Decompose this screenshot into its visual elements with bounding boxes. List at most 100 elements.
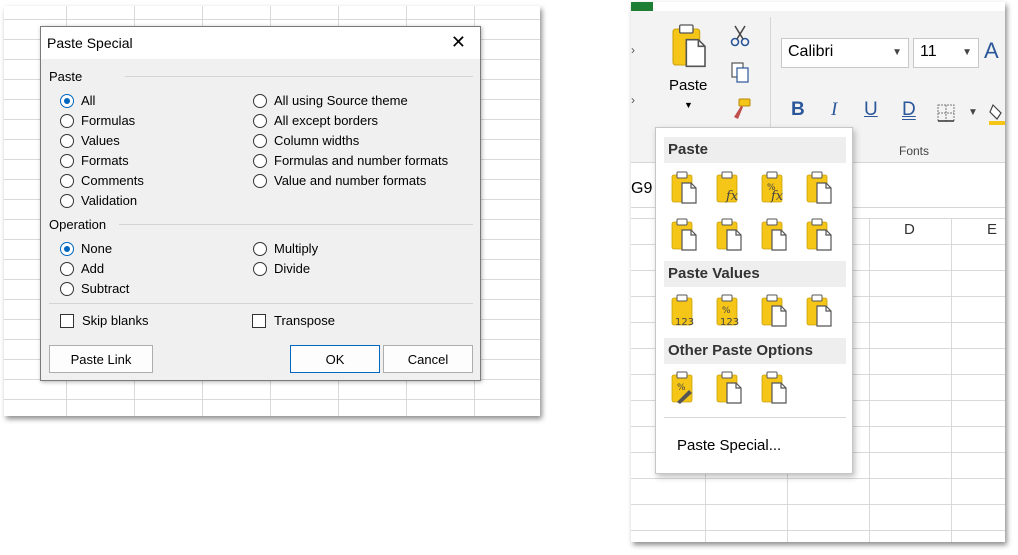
- radio-value-number-formats[interactable]: Value and number formats: [253, 173, 426, 188]
- column-header-e[interactable]: E: [987, 221, 997, 238]
- radio-icon: [60, 281, 74, 296]
- transpose-label: Transpose: [274, 313, 335, 328]
- radio-column-widths[interactable]: Column widths: [253, 133, 359, 148]
- dialog-title: Paste Special: [47, 35, 133, 51]
- copy-icon[interactable]: [729, 61, 751, 85]
- keep-source-column-widths-icon[interactable]: [714, 217, 744, 251]
- transpose-checkbox[interactable]: Transpose: [252, 313, 335, 328]
- font-name-value: Calibri: [788, 43, 834, 60]
- radio-formats-label: Formats: [81, 153, 129, 168]
- dialog-titlebar: Paste Special ✕: [41, 27, 480, 59]
- values-number-formatting-icon[interactable]: %123: [714, 293, 744, 327]
- radio-formulas-number-formats[interactable]: Formulas and number formats: [253, 153, 448, 168]
- radio-icon: [253, 173, 267, 188]
- radio-all-except-borders-label: All except borders: [274, 113, 379, 128]
- paste-special-menu-item[interactable]: Paste Special...: [677, 437, 781, 454]
- cut-icon[interactable]: [729, 24, 751, 48]
- radio-icon: [253, 113, 267, 128]
- fonts-group-label: Fonts: [899, 144, 930, 158]
- fill-color-icon[interactable]: [989, 101, 1005, 125]
- menu-header-paste-values: Paste Values: [664, 261, 846, 287]
- no-borders-icon[interactable]: [669, 217, 699, 251]
- radio-icon: [60, 173, 74, 188]
- merge-conditional-formatting-icon[interactable]: [804, 217, 834, 251]
- paste-separator: [125, 76, 473, 77]
- radio-comments[interactable]: Comments: [60, 173, 144, 188]
- radio-values-label: Values: [81, 133, 120, 148]
- close-icon[interactable]: ✕: [451, 33, 466, 51]
- italic-button[interactable]: I: [831, 99, 837, 121]
- radio-icon: [60, 193, 74, 208]
- skip-blanks-checkbox[interactable]: Skip blanks: [60, 313, 148, 328]
- values-keep-formatting-icon[interactable]: [804, 293, 834, 327]
- font-size-value: 11: [920, 43, 937, 60]
- radio-icon: [253, 133, 267, 148]
- radio-icon: [60, 133, 74, 148]
- values-source-formatting-icon[interactable]: [759, 293, 789, 327]
- radio-checked-icon: [60, 241, 74, 256]
- menu-header-other-options: Other Paste Options: [664, 338, 846, 364]
- radio-validation[interactable]: Validation: [60, 193, 137, 208]
- paste-large-icon[interactable]: [669, 21, 709, 69]
- radio-subtract[interactable]: Subtract: [60, 281, 129, 296]
- radio-none[interactable]: None: [60, 241, 112, 256]
- borders-dropdown-icon[interactable]: ▼: [968, 107, 978, 118]
- radio-all-except-borders[interactable]: All except borders: [253, 113, 378, 128]
- radio-divide-label: Divide: [274, 261, 311, 276]
- paste-formulas-icon[interactable]: fx: [714, 170, 744, 204]
- radio-subtract-label: Subtract: [81, 281, 130, 296]
- underline-button[interactable]: U: [864, 99, 878, 121]
- format-painter-icon[interactable]: [729, 97, 753, 121]
- radio-icon: [253, 93, 267, 108]
- bottom-separator: [49, 303, 473, 304]
- radio-formulas-number-formats-label: Formulas and number formats: [274, 153, 449, 168]
- paste-dropdown-icon[interactable]: ▼: [684, 100, 693, 110]
- transpose-icon[interactable]: [759, 217, 789, 251]
- ribbon-edge-mark: ›: [631, 43, 635, 57]
- paste-formulas-number-formats-icon[interactable]: %fx: [759, 170, 789, 204]
- font-name-dropdown[interactable]: Calibri ▼: [781, 38, 909, 68]
- radio-none-label: None: [81, 241, 113, 256]
- double-underline-button[interactable]: D: [902, 99, 916, 121]
- grow-font-icon[interactable]: A: [984, 38, 999, 64]
- radio-add-label: Add: [81, 261, 105, 276]
- ok-button[interactable]: OK: [290, 345, 380, 373]
- name-box[interactable]: G9: [631, 180, 652, 198]
- radio-add[interactable]: Add: [60, 261, 104, 276]
- paste-icon[interactable]: [669, 170, 699, 204]
- paste-link-icon[interactable]: [714, 370, 744, 404]
- font-size-dropdown[interactable]: 11 ▼: [913, 38, 979, 68]
- paste-formatting-icon[interactable]: %: [669, 370, 699, 404]
- cancel-button[interactable]: Cancel: [383, 345, 473, 373]
- radio-all[interactable]: All: [60, 93, 95, 108]
- borders-icon[interactable]: [936, 103, 958, 123]
- operation-separator: [119, 224, 473, 225]
- radio-all-source-theme[interactable]: All using Source theme: [253, 93, 408, 108]
- column-header-d[interactable]: D: [904, 221, 915, 238]
- radio-comments-label: Comments: [81, 173, 144, 188]
- radio-validation-label: Validation: [81, 193, 138, 208]
- chevron-down-icon: ▼: [892, 47, 902, 58]
- percent-label: %: [722, 306, 731, 316]
- radio-formulas-label: Formulas: [81, 113, 136, 128]
- checkbox-icon: [252, 313, 266, 328]
- radio-value-number-formats-label: Value and number formats: [274, 173, 427, 188]
- radio-icon: [60, 261, 74, 276]
- paste-button-label[interactable]: Paste: [669, 77, 707, 94]
- radio-multiply[interactable]: Multiply: [253, 241, 318, 256]
- menu-header-paste: Paste: [664, 137, 846, 163]
- fx-label: fx: [770, 189, 784, 204]
- number-label: 123: [675, 317, 694, 327]
- paste-picture-icon[interactable]: [759, 370, 789, 404]
- ribbon-edge-mark: ›: [631, 93, 635, 107]
- radio-icon: [60, 153, 74, 168]
- radio-formulas[interactable]: Formulas: [60, 113, 135, 128]
- radio-checked-icon: [60, 93, 74, 108]
- radio-divide[interactable]: Divide: [253, 261, 310, 276]
- bold-button[interactable]: B: [791, 99, 805, 121]
- paste-values-icon[interactable]: 123: [669, 293, 699, 327]
- radio-values[interactable]: Values: [60, 133, 120, 148]
- paste-link-button[interactable]: Paste Link: [49, 345, 153, 373]
- radio-formats[interactable]: Formats: [60, 153, 129, 168]
- keep-source-formatting-icon[interactable]: [804, 170, 834, 204]
